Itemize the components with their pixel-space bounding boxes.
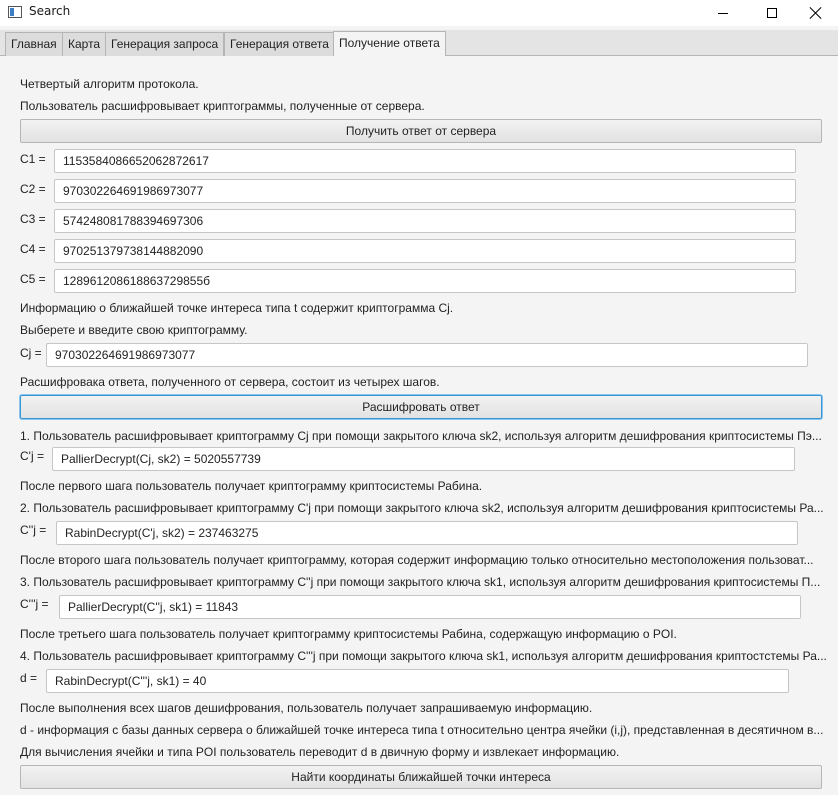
c4-label: C4 = [20, 242, 46, 256]
step2-after-text: После второго шага пользователь получает… [20, 553, 814, 567]
c4-field[interactable]: 970251379738144882090 [54, 239, 796, 263]
summary-line-3: Для вычисления ячейки и типа POI пользов… [20, 745, 620, 759]
title-bar: Search [0, 0, 838, 26]
step2-label: C''j = [20, 523, 47, 537]
close-icon [810, 7, 822, 19]
find-poi-button[interactable]: Найти координаты ближайшей точки интерес… [20, 765, 822, 789]
close-button[interactable] [793, 0, 838, 26]
c5-field[interactable]: 128961208618863729855б [54, 269, 796, 293]
minimize-icon [718, 12, 728, 14]
step1-field[interactable]: PallierDecrypt(Cj, sk2) = 5020557739 [52, 447, 795, 471]
summary-line-2: d - информация с базы данных сервера о б… [20, 723, 824, 737]
c1-label: C1 = [20, 152, 46, 166]
cj-field[interactable]: 970302264691986973077 [46, 343, 808, 367]
step2-field[interactable]: RabinDecrypt(C'j, sk2) = 237463275 [56, 521, 798, 545]
step1-text: 1. Пользователь расшифровывает криптогра… [20, 429, 822, 443]
decrypt-intro-text: Расшифровака ответа, полученного от серв… [20, 375, 440, 389]
choose-cj-text: Выберете и введите свою криптограмму. [20, 323, 248, 337]
maximize-button[interactable] [749, 0, 795, 26]
summary-line-1: После выполнения всех шагов дешифрования… [20, 701, 593, 715]
tab-map[interactable]: Карта [62, 32, 107, 56]
c5-label: C5 = [20, 272, 46, 286]
tab-bar: Главная Карта Генерация запроса Генераци… [0, 30, 838, 56]
step3-field[interactable]: PallierDecrypt(C''j, sk1) = 11843 [59, 595, 801, 619]
tab-query-generation[interactable]: Генерация запроса [105, 32, 225, 56]
step3-label: C'''j = [20, 597, 49, 611]
c1-field[interactable]: 1153584086652062872617 [54, 149, 796, 173]
step4-label: d = [20, 671, 38, 685]
step3-after-text: После третьего шага пользователь получае… [20, 627, 677, 641]
c3-field[interactable]: 574248081788394697306 [54, 209, 796, 233]
info-cj-text: Информацию о ближайшей точке интереса ти… [20, 301, 454, 315]
step1-label: C'j = [20, 449, 44, 463]
window-title: Search [29, 4, 71, 18]
app-icon [8, 6, 22, 18]
minimize-button[interactable] [700, 0, 746, 26]
intro-line-1: Четвертый алгоритм протокола. [20, 77, 199, 91]
c2-label: C2 = [20, 182, 46, 196]
step3-text: 3. Пользователь расшифровывает криптогра… [20, 575, 821, 589]
decrypt-button[interactable]: Расшифровать ответ [20, 395, 822, 419]
intro-line-2: Пользователь расшифровывает криптограммы… [20, 99, 425, 113]
step1-after-text: После первого шага пользователь получает… [20, 479, 483, 493]
cj-label: Cj = [20, 346, 42, 360]
maximize-icon [767, 8, 777, 18]
c3-label: C3 = [20, 212, 46, 226]
step4-text: 4. Пользователь расшифровывает криптогра… [20, 649, 827, 663]
step2-text: 2. Пользователь расшифровывает криптогра… [20, 501, 824, 515]
c2-field[interactable]: 970302264691986973077 [54, 179, 796, 203]
tab-main[interactable]: Главная [5, 32, 63, 56]
step4-field[interactable]: RabinDecrypt(C'''j, sk1) = 40 [46, 669, 789, 693]
tab-response-generation[interactable]: Генерация ответа [224, 32, 335, 56]
tab-response-receiving[interactable]: Получение ответа [333, 31, 446, 56]
get-response-button[interactable]: Получить ответ от сервера [20, 119, 822, 143]
